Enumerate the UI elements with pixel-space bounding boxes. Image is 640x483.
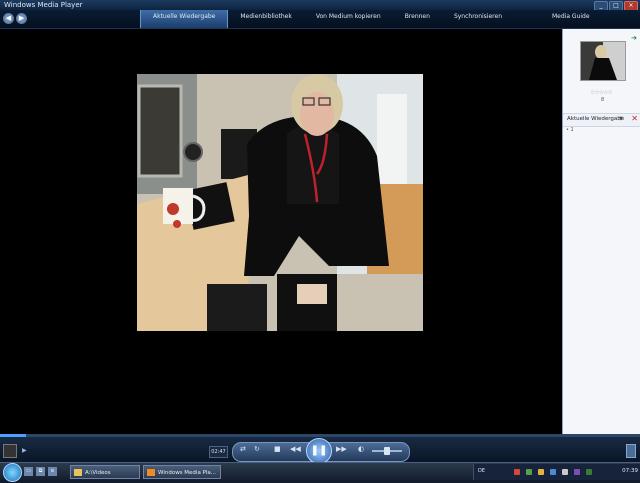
task-explorer-label: A:\Videos xyxy=(85,470,111,476)
window-title: Windows Media Player xyxy=(4,1,83,9)
tray-icon-1[interactable] xyxy=(514,469,520,475)
title-bar: Windows Media Player _ □ × xyxy=(0,0,640,11)
next-icon[interactable]: ▶▶ xyxy=(336,445,347,453)
nav-arrows: ◀ ▶ xyxy=(3,13,27,24)
task-media-player-label: Windows Media Pla... xyxy=(158,470,217,476)
tab-library[interactable]: Medienbibliothek xyxy=(228,10,303,28)
repeat-icon[interactable]: ↻ xyxy=(254,445,260,453)
tab-now-playing[interactable]: Aktuelle Wiedergabe xyxy=(140,10,229,28)
volume-knob[interactable] xyxy=(384,447,390,455)
browser-icon[interactable]: e xyxy=(48,467,57,476)
nav-tabs: Aktuelle Wiedergabe Medienbibliothek Von… xyxy=(140,10,602,28)
list-pane: ➔ ☆☆☆☆☆ 8 Aktuelle Wiedergabe ▼ ✕ • 1 xyxy=(562,29,640,434)
tray-icon-7[interactable] xyxy=(586,469,592,475)
now-playing-header: Aktuelle Wiedergabe ▼ ✕ xyxy=(563,113,640,127)
clock[interactable]: 07:39 xyxy=(622,468,638,474)
network-icon[interactable] xyxy=(550,469,556,475)
switch-windows-icon[interactable]: ⧉ xyxy=(36,467,45,476)
task-media-player[interactable]: Windows Media Pla... xyxy=(143,465,221,479)
clear-list-icon[interactable]: ✕ xyxy=(631,114,638,123)
tab-burn[interactable]: Brennen xyxy=(393,10,442,28)
mini-play-icon[interactable]: ▶ xyxy=(22,447,27,454)
thumbnail-image xyxy=(581,42,625,80)
pause-button[interactable]: ❚❚ xyxy=(306,438,332,464)
folder-icon xyxy=(74,469,82,476)
tab-media-guide[interactable]: Media Guide xyxy=(540,10,602,28)
stop-icon[interactable]: ■ xyxy=(274,445,281,453)
media-player-icon xyxy=(147,469,155,476)
seek-bar-fill xyxy=(0,434,26,437)
playlist-entry[interactable]: • 1 xyxy=(566,127,574,133)
seek-bar[interactable] xyxy=(0,434,640,437)
rating-count: 8 xyxy=(601,97,605,103)
back-arrow-icon[interactable]: ◀ xyxy=(3,13,14,24)
now-playing-mini-icon[interactable] xyxy=(3,444,17,458)
expand-arrow-icon[interactable]: ➔ xyxy=(631,34,637,42)
tray-icon-2[interactable] xyxy=(526,469,532,475)
navigation-bar: ◀ ▶ Aktuelle Wiedergabe Medienbibliothek… xyxy=(0,10,640,29)
previous-icon[interactable]: ◀◀ xyxy=(290,445,301,453)
task-explorer[interactable]: A:\Videos xyxy=(70,465,140,479)
language-indicator[interactable]: DE xyxy=(478,468,485,474)
mute-icon[interactable]: ◐ xyxy=(358,445,364,453)
tray-icon-6[interactable] xyxy=(574,469,580,475)
system-tray: DE 07:39 xyxy=(473,464,640,480)
video-image xyxy=(137,74,423,331)
rating-stars[interactable]: ☆☆☆☆☆ xyxy=(590,89,613,96)
quick-launch: ▭ ⧉ e xyxy=(24,467,57,476)
tray-icon-3[interactable] xyxy=(538,469,544,475)
album-art-thumbnail[interactable] xyxy=(580,41,626,81)
video-frame[interactable] xyxy=(137,74,423,331)
volume-tray-icon[interactable] xyxy=(562,469,568,475)
tab-sync[interactable]: Synchronisieren xyxy=(442,10,514,28)
view-switch-icon[interactable] xyxy=(626,444,636,458)
elapsed-time: 02:47 xyxy=(209,446,228,458)
forward-arrow-icon[interactable]: ▶ xyxy=(16,13,27,24)
shuffle-icon[interactable]: ⇄ xyxy=(240,445,246,453)
now-playing-label[interactable]: Aktuelle Wiedergabe xyxy=(567,116,624,122)
show-desktop-icon[interactable]: ▭ xyxy=(24,467,33,476)
dropdown-caret-icon[interactable]: ▼ xyxy=(619,116,623,122)
tab-rip[interactable]: Von Medium kopieren xyxy=(304,10,393,28)
start-button[interactable] xyxy=(3,463,22,482)
volume-slider[interactable] xyxy=(372,447,402,455)
